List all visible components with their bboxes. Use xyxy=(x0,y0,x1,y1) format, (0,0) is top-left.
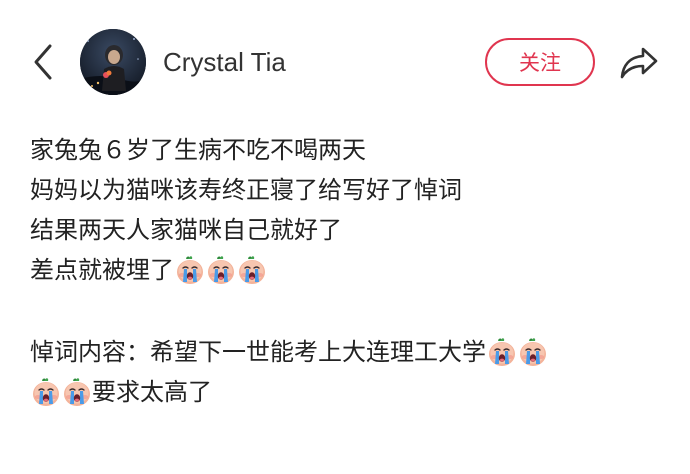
crying-face-emoji-icon xyxy=(31,377,61,407)
post-line: 家兔兔６岁了生病不吃不喝两天 xyxy=(30,130,670,170)
back-chevron-icon xyxy=(34,44,52,80)
crying-face-emoji-icon xyxy=(487,337,517,367)
post-header: Crystal Tia 关注 xyxy=(0,0,690,126)
crying-face-emoji-icon xyxy=(206,255,236,285)
crying-face-emoji-icon xyxy=(237,255,267,285)
post-text: 家兔兔６岁了生病不吃不喝两天 xyxy=(30,136,366,164)
share-icon xyxy=(620,47,658,79)
avatar-image xyxy=(80,29,146,95)
post-line: 悼词内容：希望下一世能考上大连理工大学 xyxy=(30,332,670,372)
crying-face-emoji-icon xyxy=(62,377,92,407)
post-text: 妈妈以为猫咪该寿终正寝了给写好了悼词 xyxy=(30,176,462,204)
post-text: 要求太高了 xyxy=(92,378,212,406)
post-text: 结果两天人家猫咪自己就好了 xyxy=(30,216,342,244)
back-button[interactable] xyxy=(24,40,62,84)
post-line: 差点就被埋了 xyxy=(30,250,670,290)
post-line: 结果两天人家猫咪自己就好了 xyxy=(30,210,670,250)
avatar[interactable] xyxy=(80,29,146,95)
follow-button[interactable]: 关注 xyxy=(485,38,595,86)
post-text: 差点就被埋了 xyxy=(30,256,174,284)
crying-face-emoji-icon xyxy=(175,255,205,285)
post-content: 家兔兔６岁了生病不吃不喝两天 妈妈以为猫咪该寿终正寝了给写好了悼词 结果两天人家… xyxy=(30,130,670,412)
post-text: 悼词内容：希望下一世能考上大连理工大学 xyxy=(30,338,486,366)
username[interactable]: Crystal Tia xyxy=(163,44,286,80)
crying-face-emoji-icon xyxy=(518,337,548,367)
share-button[interactable] xyxy=(615,40,663,86)
post-line: 要求太高了 xyxy=(30,372,670,412)
post-line: 妈妈以为猫咪该寿终正寝了给写好了悼词 xyxy=(30,170,670,210)
